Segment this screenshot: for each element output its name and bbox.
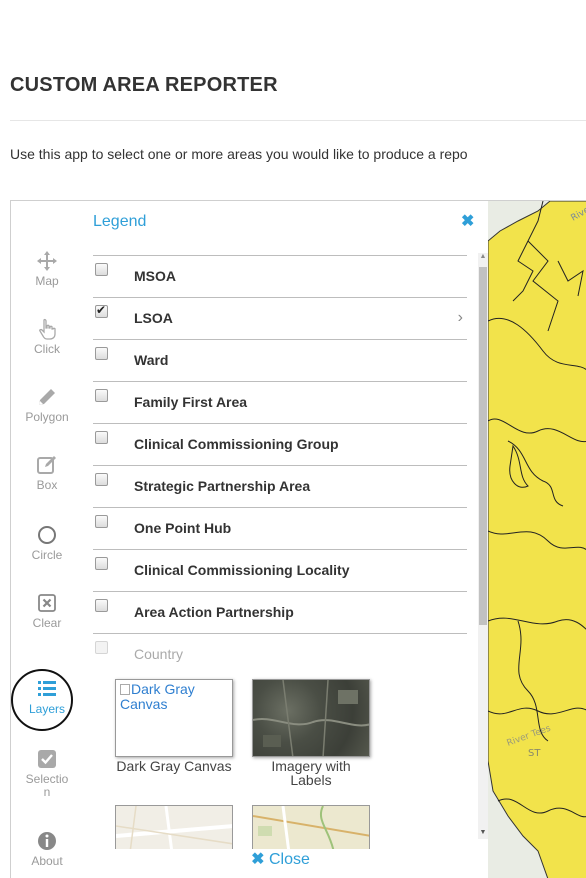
map-area-label: ST: [528, 748, 541, 759]
tool-click[interactable]: Click: [11, 317, 83, 356]
pointer-hand-icon: [39, 318, 56, 340]
layer-row-one-point-hub[interactable]: One Point Hub: [93, 507, 467, 549]
scroll-down-arrow-icon[interactable]: ▼: [478, 829, 488, 839]
layer-name: Area Action Partnership: [134, 604, 294, 620]
basemap-thumbnail[interactable]: [252, 679, 370, 757]
layer-row-area-action-partnership[interactable]: Area Action Partnership: [93, 591, 467, 633]
tool-map[interactable]: Map: [11, 249, 83, 288]
edit-box-icon: [37, 456, 56, 474]
layer-row-country: Country: [93, 633, 467, 675]
title-divider: [10, 120, 586, 121]
broken-image-alt: Dark Gray Canvas: [120, 681, 195, 712]
legend-title: Legend: [93, 213, 147, 230]
chevron-right-icon[interactable]: ›: [458, 309, 463, 327]
basemap-thumbnail[interactable]: [252, 805, 370, 849]
layer-row-clinical-commissioning-locality[interactable]: Clinical Commissioning Locality: [93, 549, 467, 591]
scroll-thumb[interactable]: [479, 267, 487, 625]
basemap-topographic[interactable]: [252, 805, 370, 849]
basemap-imagery-with-labels[interactable]: Imagery with Labels: [252, 679, 370, 787]
layer-name: Strategic Partnership Area: [134, 478, 311, 494]
basemap-label: Dark Gray Canvas: [116, 758, 232, 774]
tool-label: Box: [36, 478, 58, 492]
layer-name: Ward: [134, 352, 169, 368]
layer-checkbox: [95, 641, 108, 654]
tool-label: Click: [34, 342, 60, 356]
layer-row-clinical-commissioning-group[interactable]: Clinical Commissioning Group: [93, 423, 467, 465]
tool-label: Layers: [28, 702, 66, 716]
layer-name: Country: [134, 646, 184, 662]
layer-name: Clinical Commissioning Group: [134, 436, 339, 452]
tool-label: Clear: [32, 616, 62, 630]
layer-checkbox[interactable]: [95, 303, 108, 318]
tool-label: About: [31, 854, 63, 868]
layer-list: MSOA LSOA › Ward Family First Area Clini…: [93, 255, 467, 675]
close-x-icon[interactable]: ✖: [461, 211, 474, 231]
tool-clear[interactable]: Clear: [11, 591, 83, 630]
layer-row-family-first-area[interactable]: Family First Area: [93, 381, 467, 423]
layer-name: LSOA: [134, 310, 173, 326]
layer-row-lsoa[interactable]: LSOA ›: [93, 297, 467, 339]
layer-checkbox[interactable]: [95, 389, 108, 402]
broken-image-icon: [120, 684, 130, 695]
layer-row-strategic-partnership-area[interactable]: Strategic Partnership Area: [93, 465, 467, 507]
list-icon: [38, 681, 56, 696]
tool-circle[interactable]: Circle: [11, 523, 83, 562]
page-title: CUSTOM AREA REPORTER: [10, 74, 278, 96]
layer-checkbox[interactable]: [95, 347, 108, 360]
tool-box[interactable]: Box: [11, 453, 83, 492]
intro-text: Use this app to select one or more areas…: [10, 146, 468, 162]
basemap-streets[interactable]: [115, 805, 233, 849]
close-x-icon: ✖: [251, 851, 265, 868]
circle-icon: [38, 526, 56, 544]
layer-name: Clinical Commissioning Locality: [134, 562, 350, 578]
basemap-dark-gray-canvas[interactable]: Dark Gray Canvas Dark Gray Canvas: [115, 679, 233, 773]
layer-row-msoa[interactable]: MSOA: [93, 255, 467, 297]
map-view[interactable]: River Dee ST River Tees: [488, 201, 586, 878]
layer-checkbox[interactable]: [95, 263, 108, 276]
layer-checkbox[interactable]: [95, 431, 108, 444]
legend-scrollbar[interactable]: ▲ ▼: [478, 253, 488, 839]
layer-checkbox[interactable]: [95, 557, 108, 570]
basemap-thumbnail[interactable]: [115, 805, 233, 849]
scroll-up-arrow-icon[interactable]: ▲: [478, 253, 488, 263]
tool-label: Selection: [25, 772, 69, 799]
close-label: Close: [268, 851, 310, 868]
clear-x-icon: [38, 594, 56, 612]
layer-checkbox[interactable]: [95, 515, 108, 528]
pencil-icon: [39, 389, 55, 405]
tool-about[interactable]: About: [11, 829, 83, 868]
layer-checkbox[interactable]: [95, 599, 108, 612]
layer-name: Family First Area: [134, 394, 248, 410]
tool-label: Map: [35, 274, 59, 288]
tool-sidebar: Map Click Polygon Box Circle Clear Layer…: [11, 201, 83, 878]
move-icon: [37, 251, 57, 271]
layer-name: MSOA: [134, 268, 176, 284]
tool-layers[interactable]: Layers: [11, 677, 83, 716]
layer-name: One Point Hub: [134, 520, 232, 536]
layer-checkbox[interactable]: [95, 473, 108, 486]
tool-label: Circle: [31, 548, 63, 562]
basemap-thumbnail[interactable]: Dark Gray Canvas: [115, 679, 233, 757]
app-container: River Dee ST River Tees Map Click Polygo…: [10, 200, 586, 878]
layer-row-ward[interactable]: Ward: [93, 339, 467, 381]
legend-panel: Legend ✖ MSOA LSOA › Ward Family First A…: [83, 201, 488, 878]
tool-label: Polygon: [25, 410, 69, 424]
close-button[interactable]: ✖ Close: [83, 849, 478, 878]
info-icon: [38, 832, 56, 850]
basemap-label: Imagery with Labels: [271, 758, 351, 788]
tool-polygon[interactable]: Polygon: [11, 385, 83, 424]
tool-selection[interactable]: Selection: [11, 747, 83, 799]
checkbox-icon: [38, 750, 56, 768]
